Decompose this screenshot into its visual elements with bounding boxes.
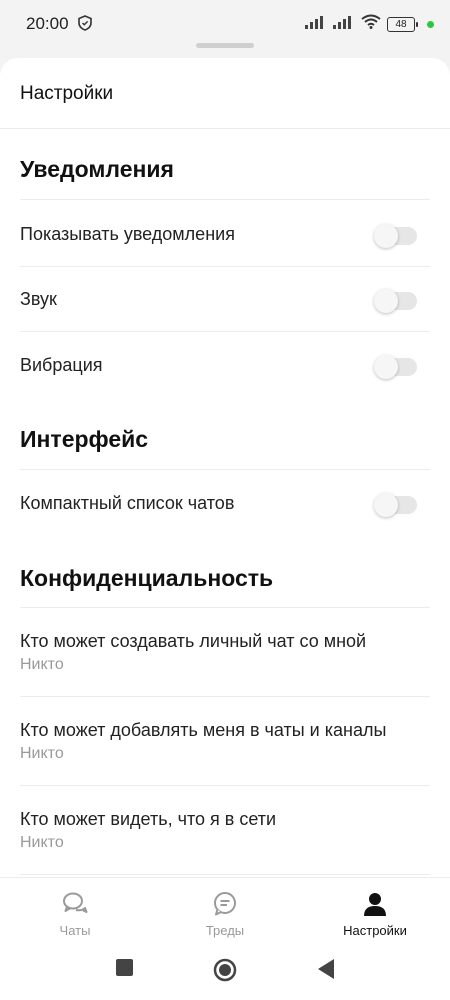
section-title-notifications: Уведомления xyxy=(20,156,174,182)
divider xyxy=(20,874,430,875)
status-dot xyxy=(427,20,434,28)
nav-label: Треды xyxy=(205,923,245,938)
drag-handle[interactable] xyxy=(196,43,254,48)
system-nav-bar xyxy=(0,947,450,1000)
signal-icon xyxy=(333,15,355,34)
section-title-interface: Интерфейс xyxy=(20,426,149,452)
threads-icon xyxy=(212,891,238,917)
divider xyxy=(20,469,430,470)
page-title: Настройки xyxy=(20,83,114,104)
show-notifications-toggle[interactable] xyxy=(374,224,417,248)
nav-label: Настройки xyxy=(343,923,407,938)
profile-icon xyxy=(362,891,388,917)
setting-label: Кто может добавлять меня в чаты и каналы xyxy=(20,720,387,740)
nav-tab-chats[interactable]: Чаты xyxy=(0,878,150,948)
toggle-knob xyxy=(374,355,398,379)
settings-sheet: Настройки Уведомления Показывать уведомл… xyxy=(0,58,450,1000)
divider xyxy=(20,785,430,786)
vibration-toggle[interactable] xyxy=(374,355,417,379)
setting-label: Звук xyxy=(20,289,57,309)
nav-label: Чаты xyxy=(59,923,91,938)
section-title-privacy: Конфиденциальность xyxy=(20,565,274,591)
setting-value: Никто xyxy=(20,834,64,851)
compact-list-toggle[interactable] xyxy=(374,493,417,517)
nav-tab-settings[interactable]: Настройки xyxy=(300,878,450,948)
status-time: 20:00 xyxy=(26,14,69,33)
divider xyxy=(20,199,430,200)
nav-tab-threads[interactable]: Треды xyxy=(150,878,300,948)
toggle-knob xyxy=(374,493,398,517)
toggle-knob xyxy=(374,289,398,313)
chats-icon xyxy=(62,891,88,917)
sound-toggle[interactable] xyxy=(374,289,417,313)
divider xyxy=(20,266,430,267)
divider xyxy=(20,331,430,332)
battery-icon: 48 xyxy=(387,16,418,32)
setting-value: Никто xyxy=(20,745,64,762)
divider xyxy=(0,128,450,129)
divider xyxy=(20,696,430,697)
divider xyxy=(20,607,430,608)
home-button[interactable] xyxy=(213,958,237,987)
status-bar: 20:00 48 xyxy=(0,0,450,48)
setting-value: Никто xyxy=(20,656,64,673)
toggle-knob xyxy=(374,224,398,248)
setting-label: Кто может создавать личный чат со мной xyxy=(20,631,367,651)
setting-label: Вибрация xyxy=(20,355,103,375)
signal-icon xyxy=(305,15,327,34)
setting-label: Показывать уведомления xyxy=(20,224,235,244)
back-button[interactable] xyxy=(316,958,336,985)
setting-label: Кто может видеть, что я в сети xyxy=(20,809,277,829)
wifi-icon xyxy=(361,14,381,34)
setting-label: Компактный список чатов xyxy=(20,493,235,513)
bottom-nav: Чаты Треды Настройки xyxy=(0,877,450,948)
shield-icon xyxy=(78,15,92,36)
recent-apps-button[interactable] xyxy=(115,958,135,983)
